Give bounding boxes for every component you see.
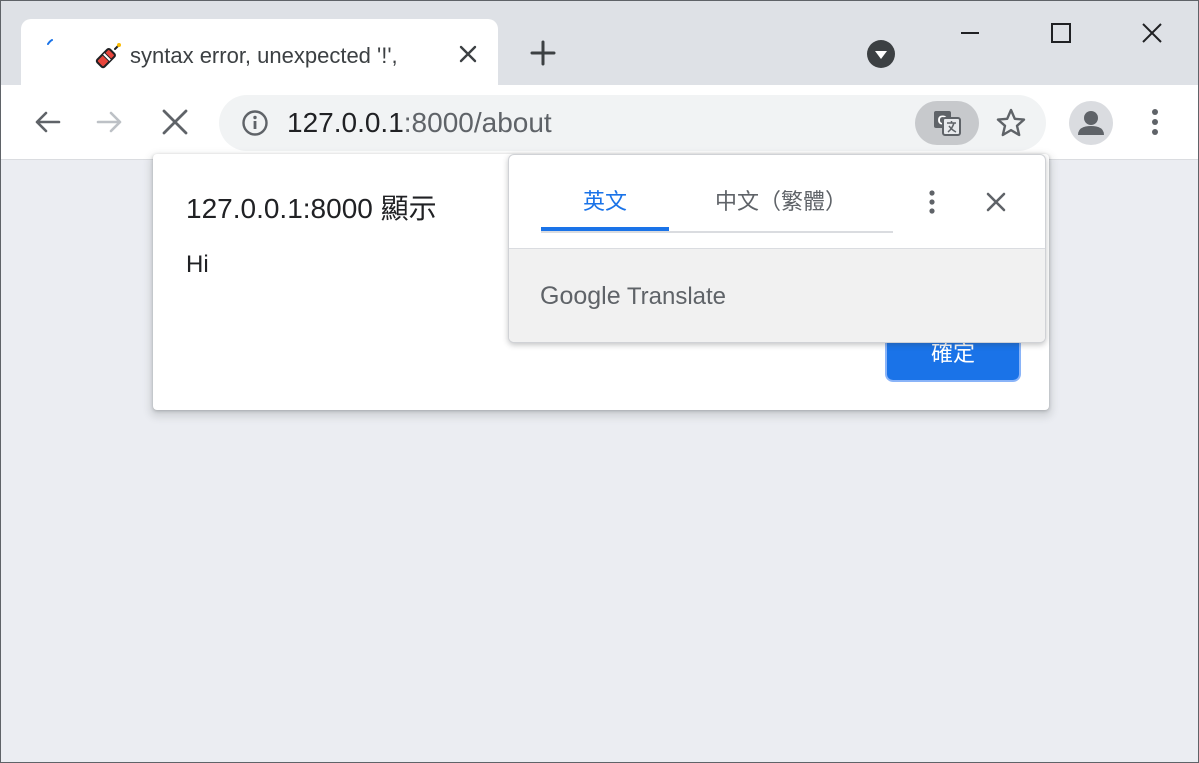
translate-options-button[interactable] <box>917 185 947 219</box>
forward-button[interactable] <box>93 105 127 139</box>
info-icon[interactable] <box>241 109 269 137</box>
dialog-message: Hi <box>186 251 209 278</box>
address-bar[interactable]: 127.0.0.1:8000/about G <box>219 95 1046 151</box>
language-tabs: 英文 中文（繁體） <box>541 155 893 233</box>
url-text[interactable]: 127.0.0.1:8000/about <box>287 107 552 139</box>
translate-icon: G <box>934 111 961 136</box>
back-arrow-icon <box>35 111 61 133</box>
star-icon[interactable] <box>995 107 1027 139</box>
close-tab-button[interactable] <box>453 39 483 69</box>
loading-spinner-icon <box>47 39 53 45</box>
selected-tab-indicator <box>541 227 669 231</box>
close-icon <box>459 45 477 63</box>
url-host: 127.0.0.1 <box>287 107 404 138</box>
google-translate-logo: Google Translate <box>540 281 726 312</box>
new-tab-button[interactable] <box>527 37 559 69</box>
tab-title: syntax error, unexpected '!', <box>130 43 398 68</box>
browser-menu-button[interactable] <box>1139 105 1171 139</box>
translate-page-button[interactable]: G <box>915 101 979 145</box>
tab-strip: syntax error, unexpected '!', <box>1 1 1198 87</box>
profile-icon <box>1078 111 1104 135</box>
toolbar: 127.0.0.1:8000/about G <box>1 85 1198 160</box>
close-icon <box>1142 23 1162 43</box>
firecracker-icon <box>95 43 121 69</box>
more-vert-icon <box>929 190 935 214</box>
back-button[interactable] <box>30 105 64 139</box>
brand-google: Google <box>540 282 621 310</box>
tab-search-icon[interactable] <box>865 38 897 70</box>
maximize-icon <box>1051 23 1071 43</box>
translate-bubble: 英文 中文（繁體） Google Translate <box>508 154 1046 343</box>
translate-footer: Google Translate <box>509 248 1045 342</box>
stop-icon <box>162 109 188 135</box>
dialog-title: 127.0.0.1:8000 顯示 <box>186 193 437 224</box>
close-icon <box>986 192 1006 212</box>
forward-arrow-icon <box>96 111 122 133</box>
tab-target-language[interactable]: 中文（繁體） <box>669 185 893 219</box>
profile-button[interactable] <box>1069 101 1113 145</box>
brand-translate: Translate <box>626 283 727 310</box>
more-vert-icon <box>1152 109 1158 135</box>
tab-source-language[interactable]: 英文 <box>541 185 669 219</box>
minimize-icon <box>961 32 979 34</box>
stop-loading-button[interactable] <box>158 105 192 139</box>
maximize-button[interactable] <box>1043 15 1079 51</box>
close-translate-button[interactable] <box>981 185 1011 219</box>
active-tab[interactable]: syntax error, unexpected '!', <box>21 19 498 87</box>
minimize-button[interactable] <box>952 15 988 51</box>
close-window-button[interactable] <box>1134 15 1170 51</box>
plus-icon <box>530 40 556 66</box>
browser-window: syntax error, unexpected '!', 127.0.0.1:… <box>0 0 1199 763</box>
url-path: :8000/about <box>403 107 552 138</box>
